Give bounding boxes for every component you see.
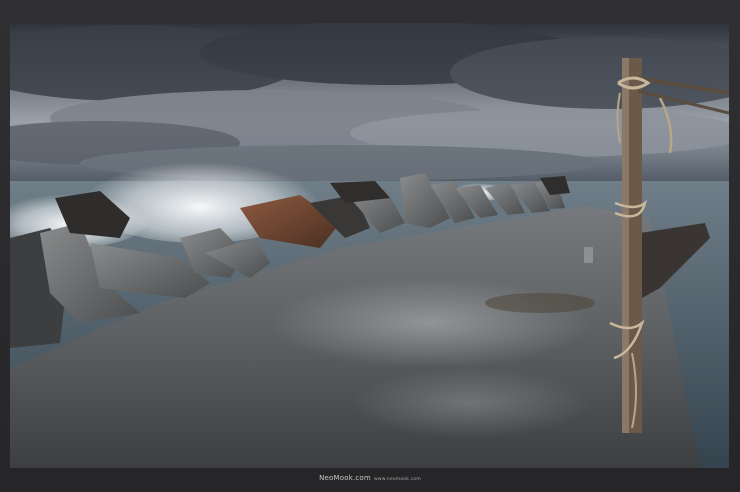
stormy-pier-photo	[10, 23, 729, 468]
watermark-url: www.neomook.com	[373, 477, 421, 482]
photo-illustration	[10, 23, 729, 468]
watermark-credit: NeoMook.com www.neomook.com	[0, 474, 740, 482]
small-bollard	[584, 247, 593, 263]
photo-frame: NeoMook.com www.neomook.com	[0, 0, 740, 492]
puddle	[485, 293, 595, 313]
wet-reflection	[270, 278, 590, 368]
watermark-site: NeoMook.com	[319, 474, 371, 482]
